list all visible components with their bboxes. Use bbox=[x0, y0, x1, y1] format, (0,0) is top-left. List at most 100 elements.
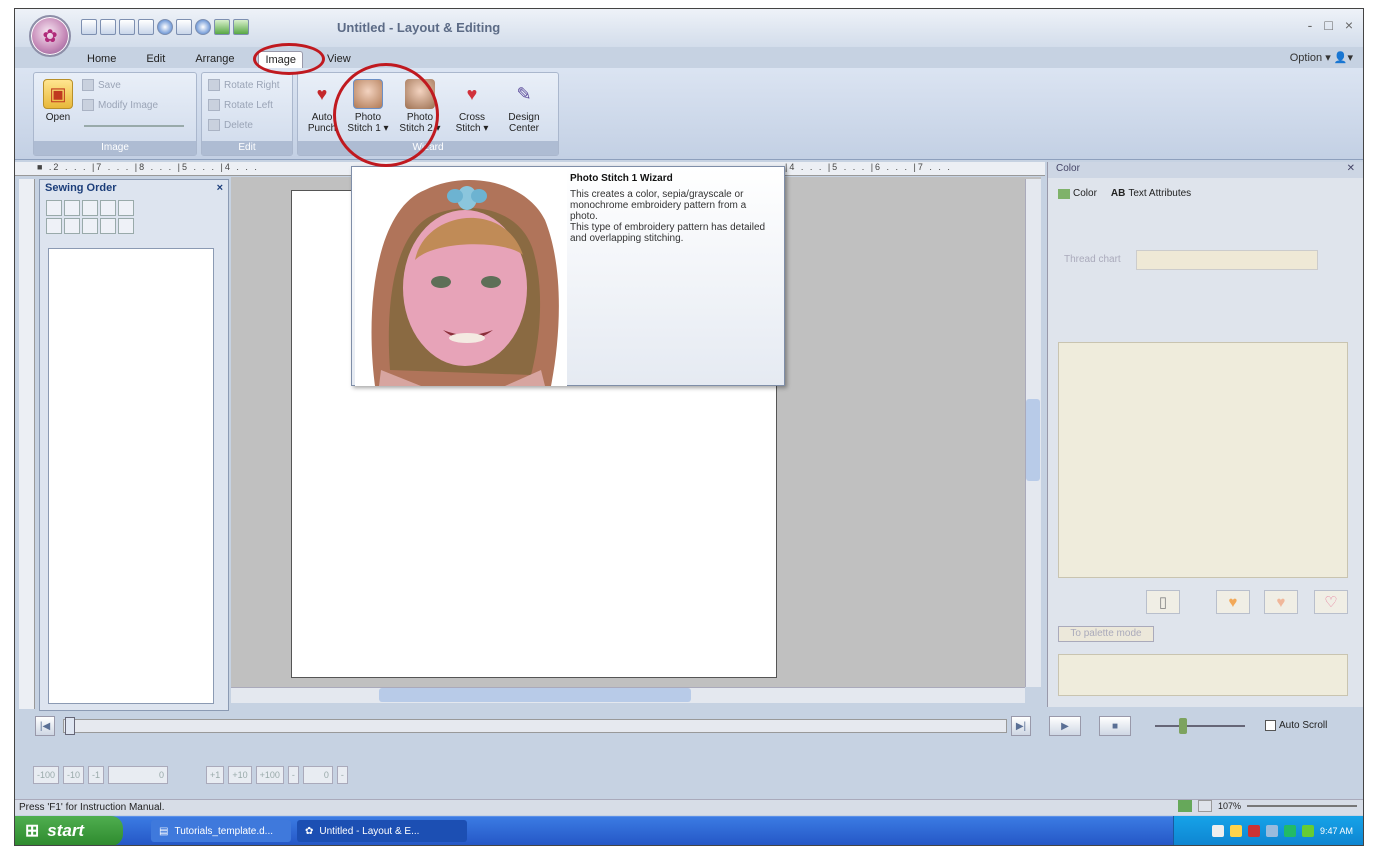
stitch-count-field[interactable]: 0 bbox=[108, 766, 169, 784]
color-palette[interactable] bbox=[1058, 342, 1348, 578]
ruler-left-marks: ■ .2 . . . |7 . . . |8 . . . |5 . . . |4… bbox=[37, 162, 259, 172]
start-button[interactable]: ⊞ start bbox=[15, 816, 123, 845]
transfer-icon[interactable] bbox=[157, 19, 173, 35]
cross-stitch-sub: Stitch ▾ bbox=[455, 123, 489, 134]
group-icon[interactable] bbox=[82, 200, 98, 216]
pointer-icon[interactable] bbox=[118, 218, 134, 234]
tab-color[interactable]: Color bbox=[1058, 188, 1097, 199]
rewind-button[interactable]: |◀ bbox=[35, 716, 55, 736]
plus-100-button[interactable]: +100 bbox=[255, 766, 284, 784]
taskbar-item-word[interactable]: ▤ Tutorials_template.d... bbox=[151, 820, 291, 842]
rotate-right-button[interactable]: Rotate Right bbox=[208, 79, 280, 91]
stitch-simulator-track[interactable] bbox=[63, 719, 1007, 733]
zoom-fit-icon[interactable] bbox=[1197, 800, 1212, 812]
minus-100-button[interactable]: -100 bbox=[33, 766, 60, 784]
antivirus-icon[interactable] bbox=[1301, 825, 1314, 837]
delete-button[interactable]: Delete bbox=[208, 119, 253, 131]
rotate-right-icon bbox=[208, 79, 220, 91]
next-color-button[interactable]: - bbox=[336, 766, 348, 784]
close-button[interactable]: × bbox=[1345, 17, 1353, 33]
cross-stitch-heart-icon: ♥ bbox=[466, 83, 478, 104]
thread-spool-button[interactable]: ▯ bbox=[1146, 590, 1180, 614]
design-center-button[interactable]: ✎ Design Center bbox=[502, 79, 546, 135]
up-icon[interactable] bbox=[64, 218, 80, 234]
delete-label: Delete bbox=[224, 119, 253, 131]
vertical-ruler bbox=[19, 179, 35, 709]
taskbar-item-word-label: Tutorials_template.d... bbox=[174, 825, 274, 837]
save-image-button[interactable]: Save bbox=[82, 79, 121, 91]
auto-scroll-label: Auto Scroll bbox=[1279, 720, 1328, 731]
vertical-scroll-thumb[interactable] bbox=[1026, 399, 1040, 481]
panel-close-icon[interactable]: ✕ bbox=[1347, 163, 1355, 177]
frame-icon[interactable] bbox=[118, 200, 134, 216]
transparency-slider[interactable] bbox=[84, 125, 184, 127]
taskbar-item-layout-label: Untitled - Layout & E... bbox=[319, 825, 420, 837]
text-attr-icon: AB bbox=[1110, 188, 1126, 199]
split-icon[interactable] bbox=[100, 218, 116, 234]
option-menu[interactable]: Option ▾ 👤▾ bbox=[1290, 51, 1353, 64]
prev-color-button[interactable]: - bbox=[287, 766, 299, 784]
power-icon[interactable] bbox=[1229, 825, 1242, 837]
stitch-slider-handle[interactable] bbox=[65, 717, 75, 735]
window-controls: - □ × bbox=[1308, 17, 1353, 33]
tab-view[interactable]: View bbox=[321, 51, 357, 68]
fast-forward-button[interactable]: ▶| bbox=[1011, 716, 1031, 736]
display-icon[interactable] bbox=[1265, 825, 1278, 837]
color-icon[interactable] bbox=[46, 218, 62, 234]
taskbar-item-layout[interactable]: ✿ Untitled - Layout & E... bbox=[297, 820, 467, 842]
horizontal-scroll-thumb[interactable] bbox=[379, 688, 691, 702]
speed-slider-thumb[interactable] bbox=[1179, 718, 1187, 734]
minus-10-button[interactable]: -10 bbox=[63, 766, 85, 784]
open-icon[interactable] bbox=[100, 19, 116, 35]
minus-1-button[interactable]: -1 bbox=[88, 766, 105, 784]
thread-chart-label: Thread chart bbox=[1064, 254, 1121, 265]
start-label: start bbox=[47, 821, 85, 840]
refresh-icon[interactable] bbox=[1177, 800, 1192, 812]
close-icon[interactable]: × bbox=[217, 182, 223, 196]
application-menu-button[interactable]: ✿ bbox=[29, 15, 71, 57]
speed-slider[interactable] bbox=[1155, 725, 1245, 727]
new-icon[interactable] bbox=[81, 19, 97, 35]
plus-10-button[interactable]: +10 bbox=[228, 766, 252, 784]
tab-home[interactable]: Home bbox=[81, 51, 122, 68]
cross-stitch-button[interactable]: ♥ Cross Stitch ▾ bbox=[450, 79, 494, 135]
color-pick-button[interactable]: ♥ bbox=[1216, 590, 1250, 614]
color-fill-button[interactable]: ♥ bbox=[1264, 590, 1298, 614]
open-button[interactable]: ▣ Open bbox=[38, 79, 78, 123]
network-icon[interactable] bbox=[1211, 825, 1224, 837]
minimize-button[interactable]: - bbox=[1308, 17, 1313, 33]
redo-icon[interactable] bbox=[233, 19, 249, 35]
color-index-field[interactable]: 0 bbox=[302, 766, 333, 784]
palette-mode-button[interactable]: To palette mode bbox=[1058, 626, 1154, 642]
tab-edit[interactable]: Edit bbox=[140, 51, 171, 68]
plus-1-button[interactable]: +1 bbox=[206, 766, 225, 784]
maximize-button[interactable]: □ bbox=[1324, 17, 1332, 33]
heart-icon: ♥ bbox=[316, 83, 328, 104]
tab-arrange[interactable]: Arrange bbox=[189, 51, 240, 68]
card-icon[interactable] bbox=[176, 19, 192, 35]
rotate-left-button[interactable]: Rotate Left bbox=[208, 99, 273, 111]
print-icon[interactable] bbox=[138, 19, 154, 35]
security-icon[interactable] bbox=[1283, 825, 1296, 837]
zoom-slider[interactable] bbox=[1247, 805, 1357, 807]
thread-chart-select[interactable] bbox=[1136, 250, 1318, 270]
tab-text-attributes[interactable]: AB Text Attributes bbox=[1111, 188, 1191, 199]
stop-button[interactable]: ■ bbox=[1099, 716, 1131, 736]
photo-stitch-tooltip: Photo Stitch 1 Wizard This creates a col… bbox=[351, 166, 785, 386]
settings-icon[interactable] bbox=[195, 19, 211, 35]
move-icon[interactable] bbox=[64, 200, 80, 216]
play-button[interactable]: ▶ bbox=[1049, 716, 1081, 736]
auto-scroll-checkbox[interactable]: Auto Scroll bbox=[1265, 720, 1327, 731]
speaker-icon[interactable] bbox=[1247, 825, 1260, 837]
sewing-order-list[interactable] bbox=[48, 248, 214, 704]
color-outline-button[interactable]: ♡ bbox=[1314, 590, 1348, 614]
edit-group-label: Edit bbox=[202, 141, 292, 155]
modify-image-button[interactable]: Modify Image bbox=[82, 99, 158, 111]
clock: 9:47 AM bbox=[1319, 826, 1353, 836]
lock-icon[interactable] bbox=[100, 200, 116, 216]
tooltip-title: Photo Stitch 1 Wizard bbox=[570, 173, 673, 184]
undo-icon[interactable] bbox=[214, 19, 230, 35]
down-icon[interactable] bbox=[82, 218, 98, 234]
sort-icon[interactable] bbox=[46, 200, 62, 216]
save-icon[interactable] bbox=[119, 19, 135, 35]
